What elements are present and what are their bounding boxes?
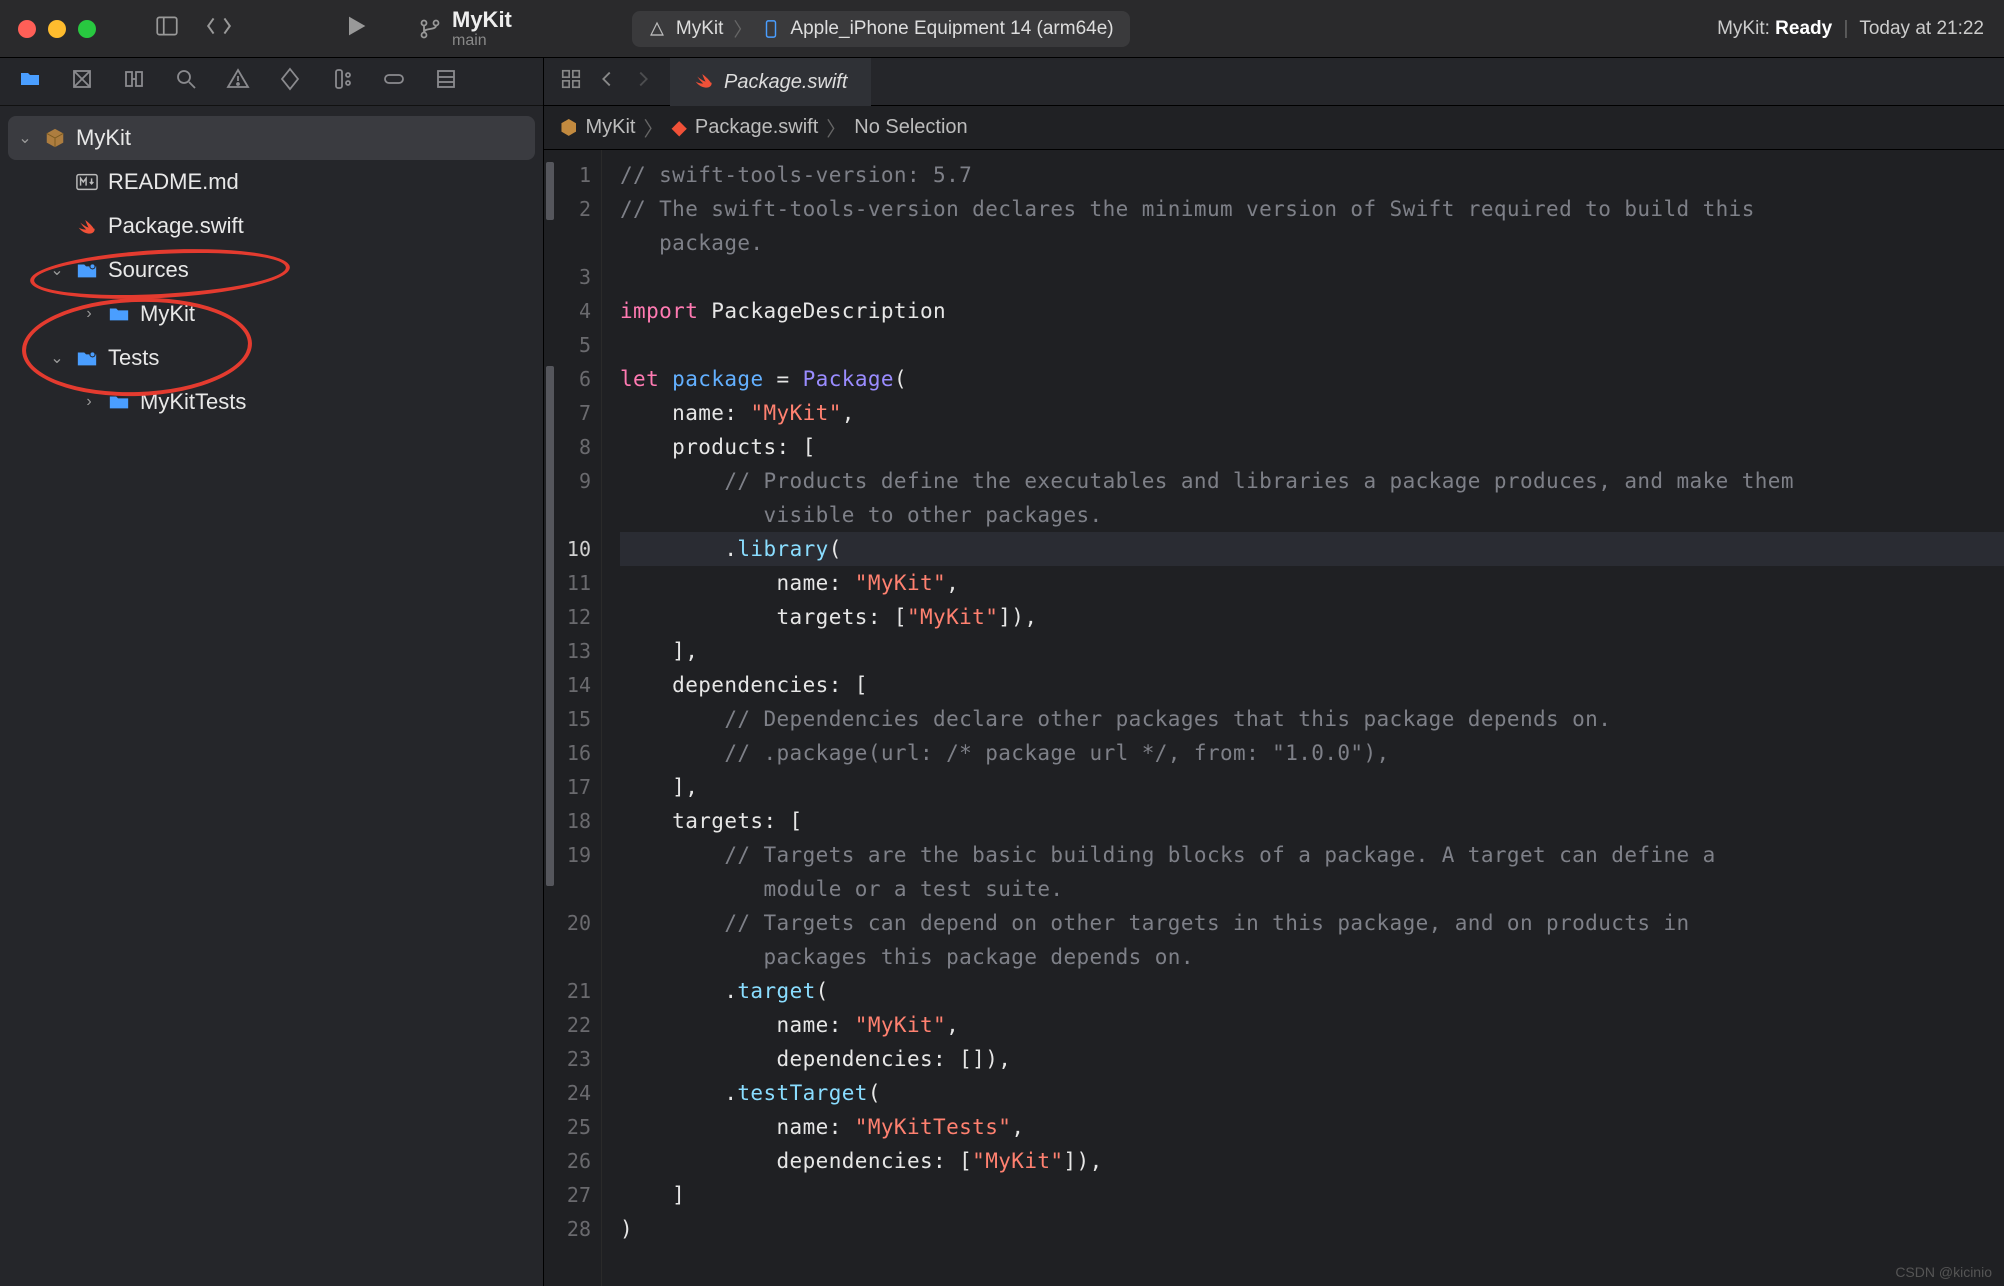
status-time: Today at 21:22 (1859, 18, 1984, 39)
tree-root[interactable]: ⌄ MyKit (8, 116, 535, 160)
source-code[interactable]: // swift-tools-version: 5.7 // The swift… (602, 150, 2004, 1286)
swift-icon: ◆ (671, 115, 686, 140)
branch-name: main (452, 32, 512, 50)
sidebar-toggle-icon[interactable] (154, 13, 180, 45)
scheme-separator: 〉 (733, 15, 752, 42)
reports-tab[interactable] (434, 67, 458, 97)
find-tab[interactable] (174, 67, 198, 97)
markdown-icon (74, 173, 100, 191)
breakpoints-tab[interactable] (382, 67, 406, 97)
window-controls (0, 20, 114, 38)
symbols-tab[interactable] (122, 67, 146, 97)
tree-item-tests-mykit[interactable]: › MyKitTests (8, 380, 535, 424)
tree-item-label: MyKitTests (140, 389, 246, 415)
activity-status: MyKit: Ready | Today at 21:22 (1717, 18, 1984, 40)
scheme-device: Apple_iPhone Equipment 14 (arm64e) (790, 18, 1113, 40)
disclosure-icon[interactable]: › (80, 305, 98, 323)
tree-item-sources[interactable]: ⌄ Sources (8, 248, 535, 292)
status-state: Ready (1775, 18, 1832, 39)
package-icon: ⬢ (560, 115, 577, 140)
tree-item-label: Package.swift (108, 213, 244, 239)
tree-item-label: MyKit (140, 301, 195, 327)
tree-root-label: MyKit (76, 125, 131, 151)
editor-tab[interactable]: Package.swift (670, 58, 871, 106)
scheme-target: MyKit (676, 18, 724, 40)
scheme-selector[interactable]: MyKit 〉 Apple_iPhone Equipment 14 (arm64… (632, 11, 1130, 47)
issues-tab[interactable] (226, 67, 250, 97)
package-icon (42, 127, 68, 149)
close-window-button[interactable] (18, 20, 36, 38)
folder-icon (106, 393, 132, 411)
watermark: CSDN @kicinio (1895, 1264, 1992, 1280)
device-icon (762, 20, 780, 38)
tree-item-label: README.md (108, 169, 239, 195)
project-navigator-tab[interactable] (18, 67, 42, 97)
target-icon (648, 20, 666, 38)
jumpbar-seg-1[interactable]: Package.swift (695, 116, 818, 139)
editor-tab-label: Package.swift (724, 71, 847, 94)
tree-item-label: Sources (108, 257, 189, 283)
file-tree: ⌄ MyKit README.md Package.swift ⌄ (0, 106, 543, 1286)
project-name: MyKit (452, 8, 512, 32)
zoom-window-button[interactable] (78, 20, 96, 38)
debug-tab[interactable] (330, 67, 354, 97)
tree-item-tests[interactable]: ⌄ Tests (8, 336, 535, 380)
related-items-icon[interactable] (560, 68, 582, 96)
forward-icon[interactable] (632, 68, 654, 96)
swift-icon (694, 70, 714, 96)
navigator-sidebar: ⌄ MyKit README.md Package.swift ⌄ (0, 58, 544, 1286)
disclosure-icon[interactable]: ⌄ (48, 260, 66, 280)
tree-item-label: Tests (108, 345, 159, 371)
toolbar-left (154, 13, 232, 45)
chevrons-icon[interactable] (206, 13, 232, 45)
tests-tab[interactable] (278, 67, 302, 97)
editor-area: Package.swift ⬢ MyKit 〉 ◆ Package.swift … (544, 58, 2004, 1286)
disclosure-icon[interactable]: › (80, 393, 98, 411)
status-project: MyKit: (1717, 18, 1770, 39)
tree-item-package[interactable]: Package.swift (8, 204, 535, 248)
scheme-branch[interactable]: MyKit main (418, 8, 512, 50)
navigator-tabs (0, 58, 543, 106)
editor-tabbar: Package.swift (544, 58, 2004, 106)
run-button[interactable] (342, 12, 370, 46)
back-icon[interactable] (596, 68, 618, 96)
jumpbar-seg-2[interactable]: No Selection (854, 116, 967, 139)
tree-item-readme[interactable]: README.md (8, 160, 535, 204)
jump-bar[interactable]: ⬢ MyKit 〉 ◆ Package.swift 〉 No Selection (544, 106, 2004, 150)
titlebar: MyKit main MyKit 〉 Apple_iPhone Equipmen… (0, 0, 2004, 58)
line-gutter: 1 2 3 4 5 6 7 8 9 10 11 12 13 14 15 16 1… (544, 150, 602, 1286)
disclosure-icon[interactable]: ⌄ (16, 128, 34, 148)
folder-gear-icon (74, 348, 100, 368)
tree-item-sources-mykit[interactable]: › MyKit (8, 292, 535, 336)
source-control-tab[interactable] (70, 67, 94, 97)
folder-gear-icon (74, 260, 100, 280)
branch-icon (418, 17, 442, 41)
folder-icon (106, 305, 132, 323)
disclosure-icon[interactable]: ⌄ (48, 348, 66, 368)
code-editor[interactable]: 1 2 3 4 5 6 7 8 9 10 11 12 13 14 15 16 1… (544, 150, 2004, 1286)
minimize-window-button[interactable] (48, 20, 66, 38)
jumpbar-seg-0[interactable]: MyKit (585, 116, 635, 139)
swift-icon (74, 216, 100, 236)
